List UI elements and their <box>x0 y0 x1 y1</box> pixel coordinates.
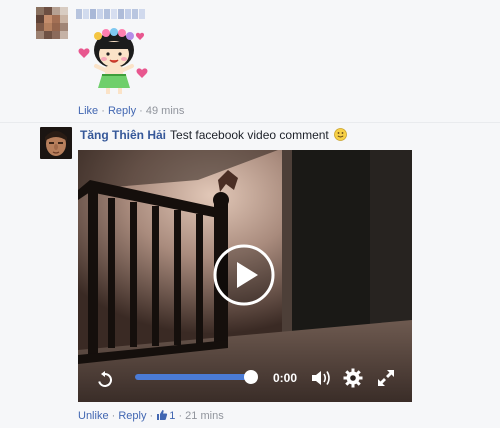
comment-timestamp[interactable]: 21 mins <box>185 410 224 422</box>
cartoon-girl-sticker <box>78 28 148 94</box>
separator: · <box>108 410 119 422</box>
comment-actions: Like · Reply · 49 mins <box>78 105 184 117</box>
replay-icon[interactable] <box>96 371 114 389</box>
author-name[interactable]: Tăng Thiên Hải <box>80 128 166 142</box>
volume-icon[interactable] <box>310 368 332 388</box>
settings-gear-icon[interactable] <box>343 368 363 388</box>
like-count[interactable]: 1 <box>156 410 175 422</box>
comment-body: Tăng Thiên Hải Test facebook video commen… <box>80 128 348 142</box>
like-link[interactable]: Like <box>78 105 98 117</box>
comment-divider <box>0 122 500 123</box>
comment-timestamp[interactable]: 49 mins <box>146 105 185 117</box>
separator: · <box>146 410 157 422</box>
video-player[interactable]: 0:00 <box>78 150 412 402</box>
profile-photo <box>40 127 72 159</box>
commenter-avatar[interactable] <box>36 7 68 39</box>
fullscreen-icon[interactable] <box>376 368 396 388</box>
separator: · <box>98 105 108 117</box>
progress-bar[interactable] <box>135 374 251 380</box>
smile-emoji-icon <box>334 128 348 141</box>
play-button[interactable] <box>213 244 275 306</box>
blurred-avatar-image <box>36 7 68 39</box>
thumbs-up-icon <box>157 410 168 420</box>
separator: · <box>136 105 146 117</box>
commenter-avatar[interactable] <box>40 127 72 159</box>
comment-actions: Unlike · Reply · 1 · 21 mins <box>78 409 224 422</box>
separator: · <box>175 410 186 422</box>
progress-handle[interactable] <box>244 370 258 384</box>
comment-text: Test facebook video comment <box>170 128 329 142</box>
video-controls: 0:00 <box>78 360 412 402</box>
time-display: 0:00 <box>273 371 298 385</box>
blurred-author-name[interactable] <box>76 9 145 19</box>
reply-link[interactable]: Reply <box>108 105 136 117</box>
unlike-link[interactable]: Unlike <box>78 410 109 422</box>
reply-link[interactable]: Reply <box>118 410 146 422</box>
